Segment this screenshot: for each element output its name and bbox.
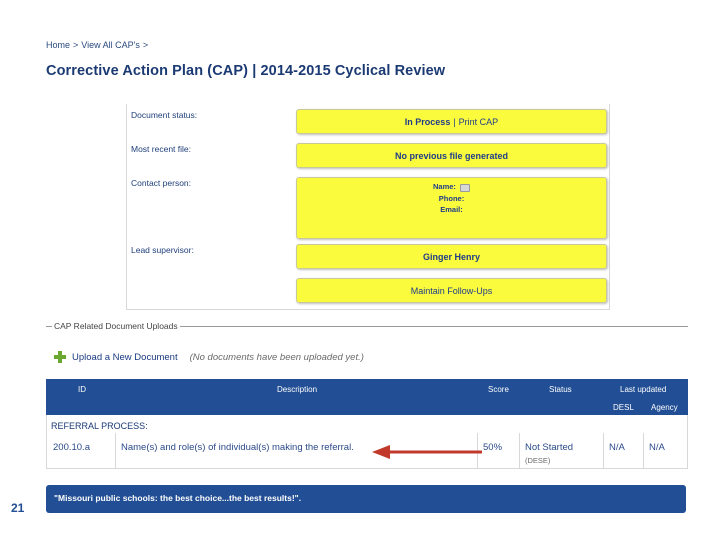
- contact-email-label: Email:: [440, 204, 463, 214]
- breadcrumb: Home > View All CAP's >: [46, 40, 148, 50]
- edit-note-icon[interactable]: [460, 183, 471, 192]
- most-recent-file-label: Most recent file:: [131, 144, 191, 154]
- contact-name-label: Name:: [432, 182, 456, 192]
- contact-person-box: Name: Phone: Email:: [296, 177, 607, 239]
- row-status-owner: (DESE): [525, 456, 551, 465]
- column-header-desl: DESL: [613, 403, 634, 412]
- table-body: REFERRAL PROCESS: 200.10.a Name(s) and r…: [46, 415, 688, 469]
- lead-supervisor-box: Ginger Henry: [296, 244, 607, 269]
- row-id[interactable]: 200.10.a: [53, 442, 90, 453]
- document-status-box: In Process | Print CAP: [296, 109, 607, 134]
- maintain-follow-ups-label: Maintain Follow-Ups: [410, 285, 493, 296]
- row-desl-updated: N/A: [609, 442, 625, 453]
- column-header-agency: Agency: [651, 403, 678, 412]
- referral-process-group-label: REFERRAL PROCESS:: [51, 421, 148, 431]
- page-title: Corrective Action Plan (CAP) | 2014-2015…: [46, 63, 446, 79]
- row-score: 50%: [483, 442, 503, 453]
- lead-supervisor-label: Lead supervisor:: [131, 245, 194, 255]
- print-cap-link[interactable]: Print CAP: [459, 117, 499, 127]
- contact-person-label: Contact person:: [131, 178, 192, 188]
- lead-supervisor-value: Ginger Henry: [422, 251, 480, 262]
- breadcrumb-separator: >: [73, 40, 79, 50]
- cap-info-panel: Document status: In Process | Print CAP …: [126, 104, 610, 310]
- contact-details: Name: Phone: Email:: [432, 182, 471, 214]
- breadcrumb-view-all-link[interactable]: View All CAP's: [81, 40, 140, 50]
- column-header-score: Score: [488, 385, 509, 394]
- contact-phone-label: Phone:: [438, 193, 465, 203]
- uploads-section: CAP Related Document Uploads Upload a Ne…: [46, 321, 688, 373]
- column-divider: [519, 433, 520, 469]
- footer-bar: "Missouri public schools: the best choic…: [46, 485, 686, 513]
- upload-new-document-link[interactable]: Upload a New Document: [72, 352, 178, 363]
- column-divider: [643, 433, 644, 469]
- plus-icon[interactable]: [54, 351, 66, 363]
- document-status-label: Document status:: [131, 110, 198, 120]
- column-header-id: ID: [78, 385, 86, 394]
- slide-number: 21: [11, 501, 25, 515]
- row-status: Not Started: [525, 442, 574, 453]
- column-divider: [603, 433, 604, 469]
- status-separator: |: [453, 116, 456, 127]
- footer-slogan: "Missouri public schools: the best choic…: [54, 493, 302, 503]
- column-header-status: Status: [549, 385, 572, 394]
- most-recent-file-box: No previous file generated: [296, 143, 607, 168]
- uploads-body: Upload a New Document (No documents have…: [54, 341, 688, 373]
- breadcrumb-home-link[interactable]: Home: [46, 40, 70, 50]
- most-recent-file-value: No previous file generated: [394, 150, 509, 161]
- in-process-link[interactable]: In Process: [405, 117, 451, 127]
- row-agency-updated: N/A: [649, 442, 665, 453]
- table-header: ID Description Score Status Last updated…: [46, 379, 688, 415]
- no-documents-note: (No documents have been uploaded yet.): [189, 351, 364, 363]
- row-description-link[interactable]: Name(s) and role(s) of individual(s) mak…: [121, 442, 354, 453]
- column-header-last-updated: Last updated: [620, 385, 667, 394]
- red-arrow-icon: [372, 445, 482, 459]
- breadcrumb-separator: >: [142, 40, 149, 50]
- uploads-legend: CAP Related Document Uploads: [52, 321, 180, 331]
- maintain-follow-ups-button[interactable]: Maintain Follow-Ups: [296, 278, 607, 303]
- contact-name-row: Name:: [432, 182, 471, 192]
- column-divider: [115, 433, 116, 469]
- column-header-description: Description: [277, 385, 318, 394]
